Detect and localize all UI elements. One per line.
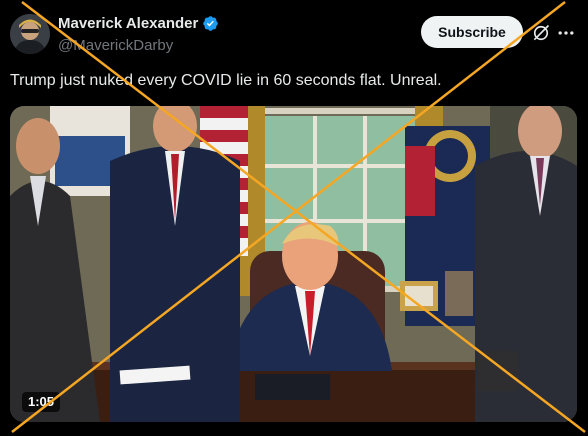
author-avatar[interactable] — [10, 14, 50, 54]
post-text: Trump just nuked every COVID lie in 60 s… — [10, 72, 442, 89]
more-options-icon[interactable] — [556, 23, 576, 43]
verified-badge-icon — [203, 16, 219, 31]
author-handle[interactable]: @MaverickDarby — [58, 37, 173, 54]
author-name[interactable]: Maverick Alexander — [58, 15, 198, 32]
video-player[interactable] — [10, 106, 577, 422]
author-name-row: Maverick Alexander — [58, 15, 219, 32]
subscribe-button[interactable]: Subscribe — [421, 16, 523, 48]
video-duration-badge: 1:05 — [22, 392, 61, 412]
grok-icon[interactable] — [531, 23, 551, 43]
video-frame — [10, 106, 577, 422]
